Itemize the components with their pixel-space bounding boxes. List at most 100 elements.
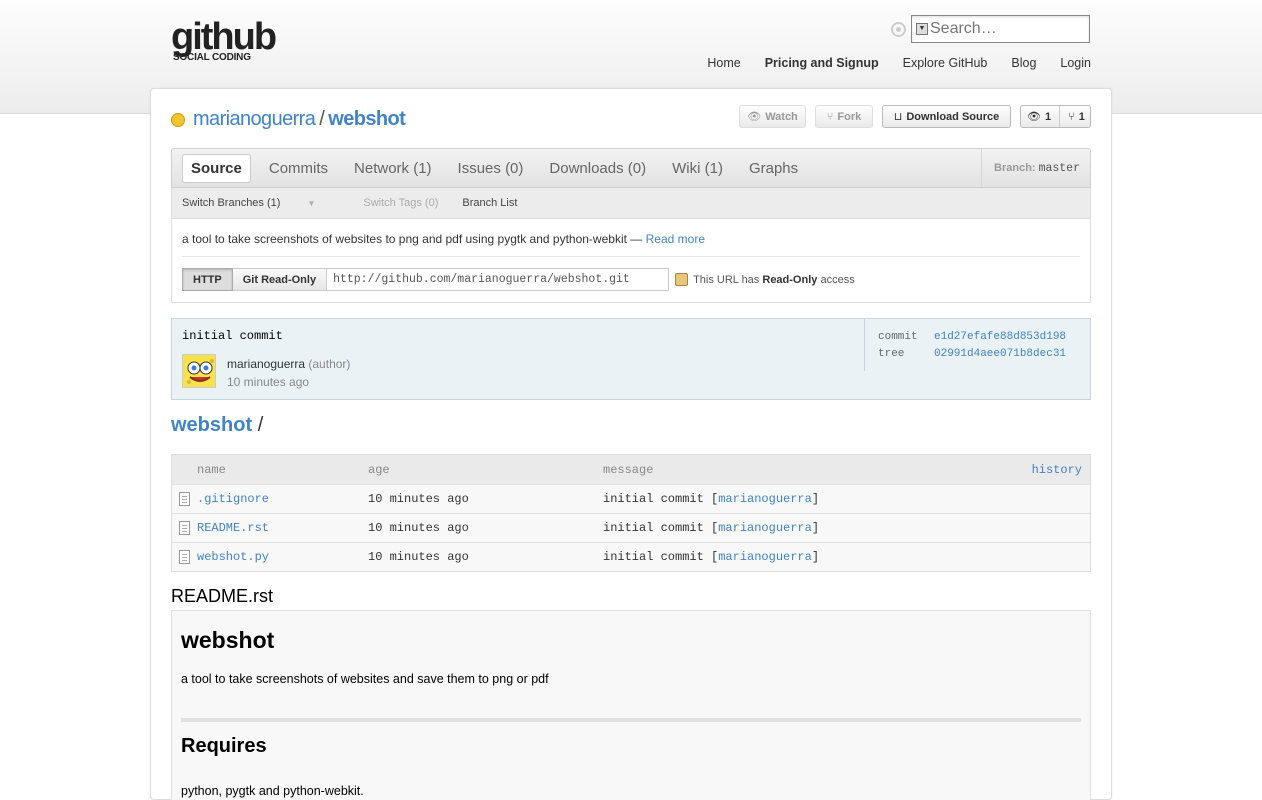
watchers-count[interactable]: 1	[1045, 111, 1051, 123]
download-label: Download Source	[906, 110, 1000, 123]
latest-commit: initial commit marianoguerra (author) 10…	[171, 318, 1091, 400]
file-age: 10 minutes ago	[368, 550, 469, 564]
commit-meta: commit e1d27efafe88d853d198 tree 02991d4ae…	[864, 319, 1066, 371]
file-message-text: initial commit [	[603, 521, 719, 535]
watch-label: Watch	[765, 110, 798, 123]
file-age: 10 minutes ago	[368, 492, 469, 506]
file-name-link[interactable]: .gitignore	[197, 492, 368, 506]
branch-list-link[interactable]: Branch List	[462, 197, 517, 209]
file-message: initial commit [marianoguerra]	[603, 492, 1090, 506]
tab-graphs[interactable]: Graphs	[749, 160, 798, 177]
file-message: initial commit [marianoguerra]	[603, 550, 1090, 564]
file-author-link[interactable]: marianoguerra	[718, 492, 812, 506]
github-logo[interactable]: github SOCIAL CODING	[171, 16, 277, 63]
nav-login[interactable]: Login	[1060, 56, 1091, 70]
breadcrumb-separator: /	[257, 414, 264, 436]
file-name-link[interactable]: README.rst	[197, 521, 368, 535]
stats-divider	[1059, 106, 1061, 127]
clone-url-field[interactable]: http://github.com/marianoguerra/webshot.…	[327, 268, 670, 291]
clipboard-icon[interactable]	[675, 273, 689, 286]
search-scope-dropdown-icon[interactable]: ▼	[916, 23, 928, 35]
column-header-message: message	[603, 462, 654, 477]
tab-issues[interactable]: Issues (0)	[458, 160, 524, 177]
branch-label: Branch:	[994, 162, 1036, 174]
repo-title-separator: /	[319, 108, 325, 130]
current-branch: Branch: master	[981, 149, 1090, 187]
nav-explore[interactable]: Explore GitHub	[903, 56, 988, 70]
table-header: name age message history	[172, 455, 1090, 484]
git-readonly-clone-button[interactable]: Git Read-Only	[232, 268, 328, 291]
nav-home[interactable]: Home	[707, 56, 740, 70]
search-box[interactable]: ▼	[911, 15, 1090, 43]
avatar[interactable]	[182, 354, 216, 388]
fork-button[interactable]: ⑂ Fork	[815, 105, 873, 128]
file-author-link[interactable]: marianoguerra	[718, 521, 812, 535]
repo-tabs: Source Commits Network (1) Issues (0) Do…	[171, 148, 1091, 188]
repo-stats: 👁 1 ⑂ 1	[1020, 105, 1091, 128]
file-icon	[179, 521, 190, 535]
file-message-close: ]	[811, 521, 820, 535]
history-link[interactable]: history	[1032, 463, 1090, 477]
table-row: .gitignore 10 minutes ago initial commit…	[172, 484, 1090, 513]
clone-url-bar: HTTP Git Read-Only http://github.com/mar…	[182, 268, 855, 291]
forks-count[interactable]: 1	[1079, 111, 1085, 123]
file-icon-cell	[172, 550, 197, 564]
access-note: This URL has Read-Only access	[693, 274, 855, 286]
access-prefix: This URL has	[693, 273, 760, 286]
commit-sha-link[interactable]: e1d27efafe88d853d198	[934, 331, 1066, 343]
column-header-name: name	[197, 462, 226, 477]
file-name-link[interactable]: webshot.py	[197, 550, 368, 564]
file-table: name age message history .gitignore 10 m…	[171, 454, 1091, 572]
readme-paragraph: a tool to take screenshots of websites a…	[181, 672, 549, 686]
file-icon-cell	[172, 521, 197, 535]
switch-branches-menu[interactable]: Switch Branches (1) ▼	[182, 197, 339, 209]
readme-requires-text: python, pygtk and python-webkit.	[181, 784, 364, 798]
nav-pricing-signup[interactable]: Pricing and Signup	[765, 56, 879, 70]
search-gear-icon[interactable]	[891, 21, 906, 37]
table-row: README.rst 10 minutes ago initial commit…	[172, 513, 1090, 542]
commit-label: commit	[878, 331, 918, 343]
readme-content: webshot a tool to take screenshots of we…	[171, 610, 1091, 800]
tree-sha-link[interactable]: 02991d4aee071b8dec31	[934, 348, 1066, 360]
tab-network[interactable]: Network (1)	[354, 160, 432, 177]
table-row: webshot.py 10 minutes ago initial commit…	[172, 542, 1090, 571]
readme-heading: webshot	[181, 627, 275, 653]
read-more-link[interactable]: Read more	[646, 232, 705, 246]
breadcrumb-repo-link[interactable]: webshot	[171, 414, 252, 436]
watch-button[interactable]: 👁 Watch	[739, 105, 806, 128]
public-repo-icon	[171, 112, 185, 127]
chevron-down-icon: ▼	[307, 199, 316, 208]
tab-commits[interactable]: Commits	[269, 160, 328, 177]
file-age: 10 minutes ago	[368, 521, 469, 535]
readme-subheading: Requires	[181, 735, 267, 757]
search-input[interactable]	[930, 20, 1080, 38]
divider	[182, 256, 1080, 257]
commit-message: initial commit	[182, 329, 283, 343]
readme-divider	[181, 718, 1081, 722]
forks-icon: ⑂	[1068, 110, 1075, 123]
repo-owner-link[interactable]: marianoguerra	[193, 108, 316, 131]
http-clone-button[interactable]: HTTP	[182, 268, 233, 291]
breadcrumb: webshot /	[171, 414, 263, 437]
repo-name-link[interactable]: webshot	[328, 108, 406, 131]
tab-downloads[interactable]: Downloads (0)	[549, 160, 646, 177]
branch-value: master	[1038, 161, 1080, 175]
author-name[interactable]: marianoguerra	[227, 357, 305, 371]
file-icon	[179, 492, 190, 506]
switch-branches-label: Switch Branches (1)	[182, 197, 281, 209]
file-message-close: ]	[811, 492, 820, 506]
download-source-button[interactable]: ⊔ Download Source	[882, 105, 1011, 128]
switch-tags-menu[interactable]: Switch Tags (0)	[363, 197, 438, 209]
fork-icon: ⑂	[826, 110, 834, 123]
branch-subnav: Switch Branches (1) ▼ Switch Tags (0) Bra…	[171, 188, 1091, 219]
logo-wordmark: github	[171, 16, 277, 58]
file-author-link[interactable]: marianoguerra	[718, 550, 812, 564]
nav-blog[interactable]: Blog	[1011, 56, 1036, 70]
author-role: (author)	[308, 357, 351, 371]
commit-author: marianoguerra (author)	[227, 357, 350, 371]
tab-wiki[interactable]: Wiki (1)	[672, 160, 723, 177]
tab-source[interactable]: Source	[182, 153, 251, 183]
file-icon	[179, 550, 190, 564]
watchers-eye-icon: 👁	[1027, 111, 1041, 123]
tree-label: tree	[878, 348, 905, 360]
